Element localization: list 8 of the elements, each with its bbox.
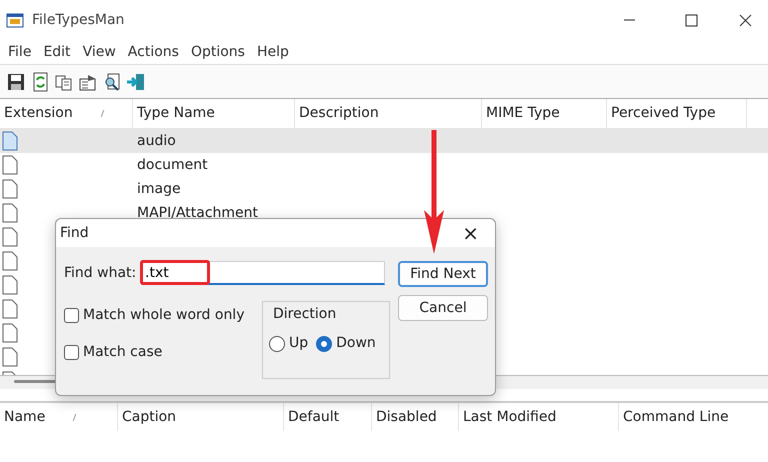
field-label: Find what:: [64, 264, 138, 282]
dialog-title: Find: [60, 224, 89, 242]
group-label: Direction: [273, 305, 338, 324]
table-cell-text: image: [137, 180, 181, 198]
window-title: FileTypesMan: [32, 10, 124, 30]
table-cell-text: document: [137, 156, 208, 174]
table-cell-text: MAPI/Attachment: [137, 204, 258, 222]
table-cell-text: audio: [137, 132, 176, 150]
